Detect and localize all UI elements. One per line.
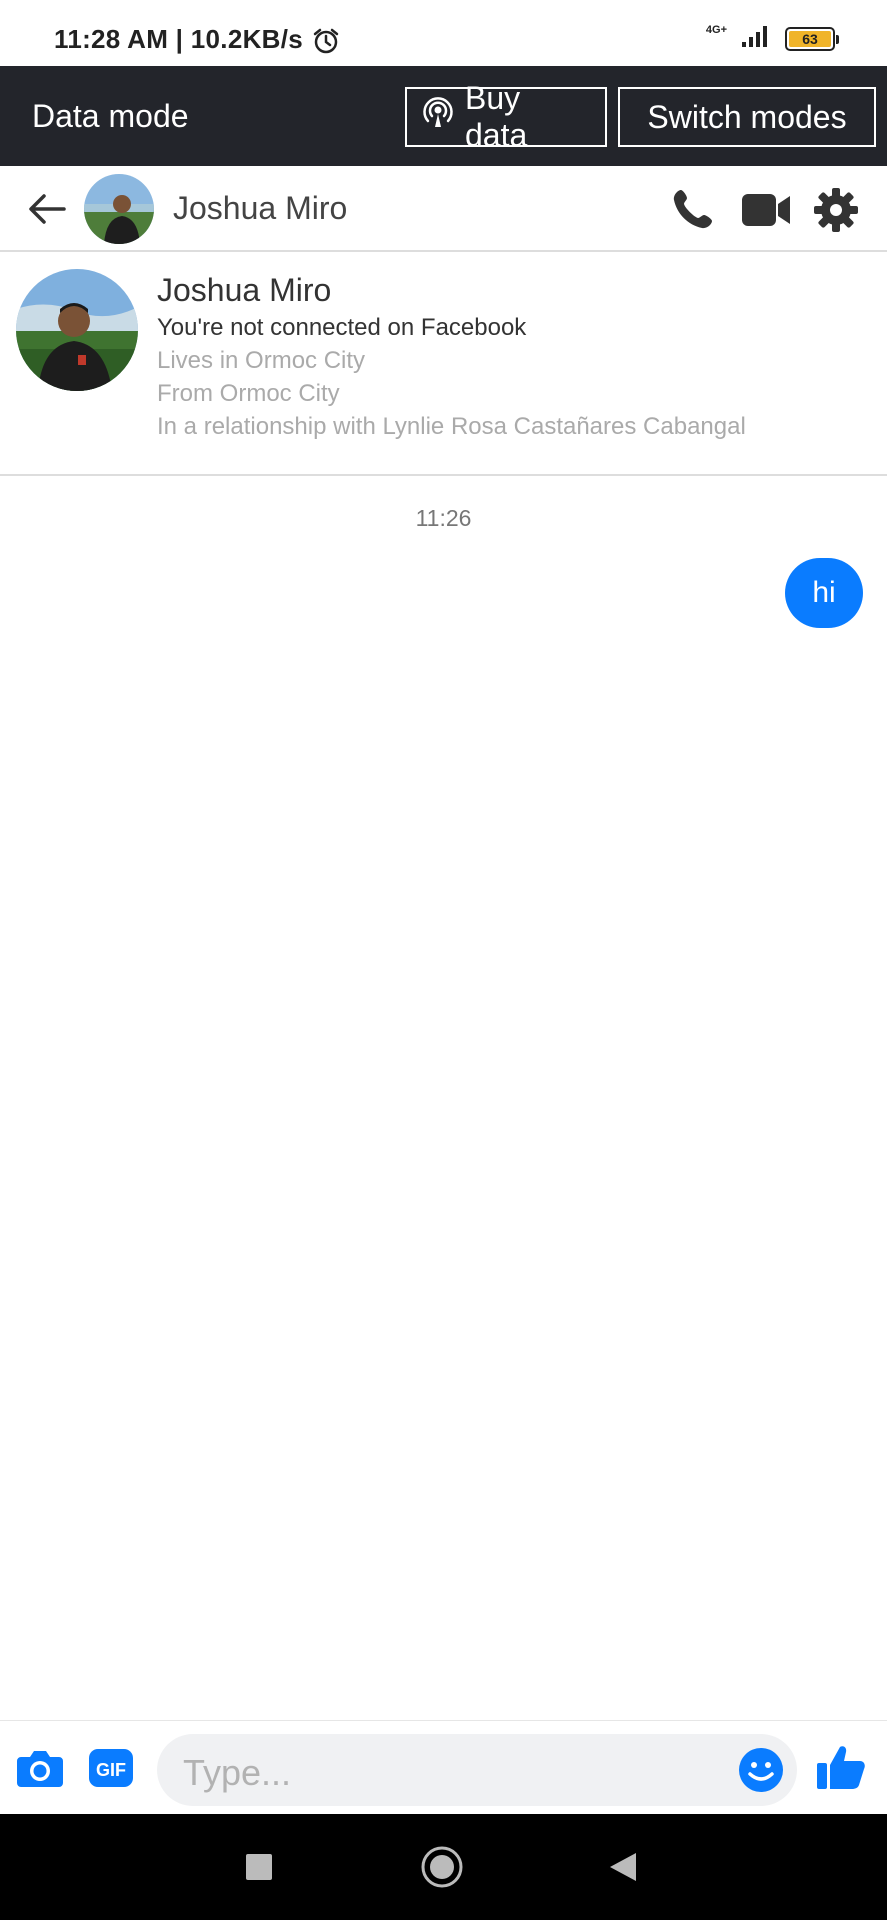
sent-message-bubble[interactable]: hi	[785, 558, 863, 628]
avatar[interactable]	[84, 174, 154, 244]
profile-relationship: In a relationship with Lynlie Rosa Casta…	[157, 413, 746, 440]
video-camera-icon[interactable]	[740, 186, 790, 234]
buy-data-button[interactable]: Buy data	[405, 80, 607, 153]
thumbs-up-icon[interactable]	[815, 1741, 867, 1793]
phone-icon[interactable]	[668, 186, 716, 234]
profile-lives-in: Lives in Ormoc City	[157, 347, 366, 374]
switch-modes-label: Switch modes	[647, 98, 847, 135]
gif-icon[interactable]: GIF	[86, 1743, 136, 1793]
profile-name: Joshua Miro	[157, 272, 332, 308]
emoji-icon[interactable]	[737, 1746, 785, 1794]
back-arrow-icon[interactable]	[26, 188, 68, 230]
alarm-icon	[312, 27, 340, 60]
status-time: 11:28 AM | 10.2KB/s	[54, 24, 304, 54]
buy-data-label: Buy data	[465, 80, 528, 153]
gear-icon[interactable]	[812, 186, 860, 234]
connection-status: You're not connected on Facebook	[157, 314, 527, 341]
switch-modes-button[interactable]: Switch modes	[618, 87, 876, 147]
contact-name[interactable]: Joshua Miro	[173, 190, 347, 227]
status-indicators: 4G+ 63	[705, 24, 839, 53]
system-navigation-bar	[0, 1814, 887, 1920]
status-bar: 11:28 AM | 10.2KB/s 4G+ 63	[0, 0, 887, 66]
broadcast-icon	[421, 96, 455, 138]
profile-card: Joshua Miro You're not connected on Face…	[0, 252, 887, 476]
battery-level: 63	[789, 30, 831, 47]
gif-icon-label: GIF	[96, 1760, 126, 1780]
battery-icon: 63	[785, 26, 839, 51]
camera-icon[interactable]	[15, 1743, 65, 1793]
data-mode-title: Data mode	[32, 98, 189, 134]
network-type: 4G+	[705, 24, 727, 36]
message-input-placeholder: Type...	[183, 1752, 292, 1793]
system-back-icon[interactable]	[606, 1850, 640, 1884]
conversation-header: Joshua Miro	[0, 166, 887, 252]
message-input[interactable]: Type...	[157, 1734, 797, 1806]
message-timestamp: 11:26	[415, 505, 472, 531]
message-composer: GIF Type...	[0, 1720, 887, 1814]
signal-icon	[741, 24, 771, 53]
data-mode-bar: Data mode Buy data Switch modes	[0, 66, 887, 166]
profile-avatar[interactable]	[16, 269, 138, 391]
home-icon[interactable]	[420, 1845, 464, 1889]
profile-from: From Ormoc City	[157, 380, 340, 407]
recent-apps-icon[interactable]	[246, 1854, 272, 1880]
